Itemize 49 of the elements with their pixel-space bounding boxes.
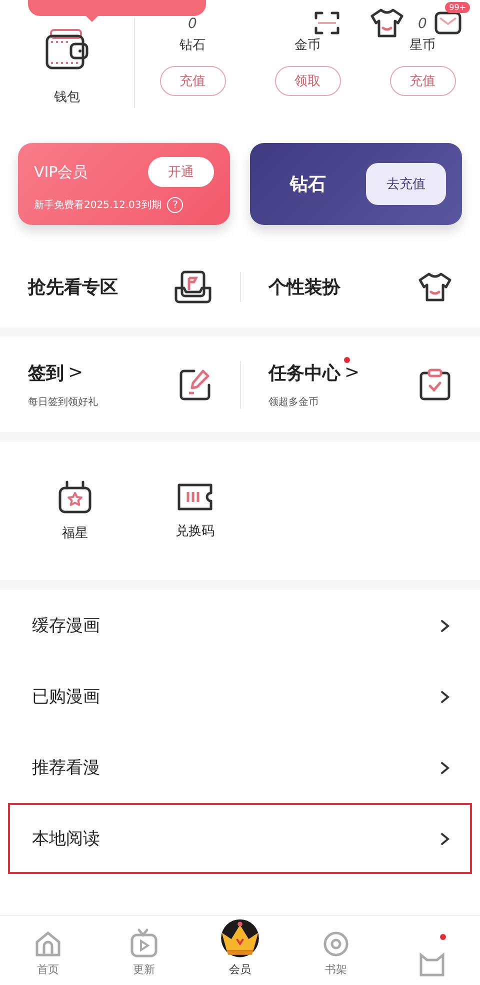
task-subtitle: 每日签到领好礼 [28,396,98,408]
wallet-icon [45,28,89,70]
vip-card[interactable]: VIP会员 开通 新手免费看2025.12.03到期 ? [18,143,230,225]
task-title[interactable]: 签到 [28,360,64,384]
task-subtitle: 领超多金币 [268,396,320,408]
vip-expiry-note: 新手免费看2025.12.03到期 [34,198,162,212]
shirt-icon[interactable] [418,272,452,302]
diamond-card[interactable]: 钻石 去充值 [250,143,462,225]
chevron-right-icon [440,690,450,704]
nav-tab[interactable]: 会员 [192,916,288,985]
chevron-right-icon [440,760,450,774]
currency-label: 星币 [410,37,436,54]
play-tray-icon [174,270,212,304]
currency-label: 钻石 [180,37,206,54]
task-title[interactable]: 任务中心 [268,360,340,384]
chevron-glyph: > [68,362,84,383]
feature-label[interactable]: 抢先看专区 [28,275,118,299]
currency-action-button[interactable]: 充值 [160,66,226,96]
vip-title: VIP会员 [34,162,88,182]
tv-play-icon [130,928,158,958]
currency-action-button[interactable]: 充值 [390,66,456,96]
mail-count-badge: 99+ [445,2,470,13]
chevron-right-icon [440,832,450,846]
activate-button[interactable]: 开通 [148,157,214,187]
currency-action-button[interactable]: 领取 [274,66,340,96]
wallet-label: 钱包 [54,89,80,106]
nav-tab[interactable]: 首页 [0,916,96,985]
chevron-right-icon [440,618,450,632]
shortcut-item[interactable]: 福星 [20,479,130,543]
nav-tab[interactable]: 更新 [96,916,192,985]
recharge-button[interactable]: 去充值 [366,163,446,205]
menu-row[interactable]: 本地阅读 [8,803,472,874]
feature-label[interactable]: 个性装扮 [268,275,340,299]
ticket-icon [176,482,214,512]
mail-icon[interactable] [434,10,462,36]
currency-amount: 0 [418,16,427,34]
diamond-title: 钻石 [290,173,326,196]
clipboard-check-icon [418,368,452,402]
currency-label: 金币 [294,37,320,54]
star-bag-icon [57,480,93,514]
currency-amount: 0 [188,16,197,34]
scan-icon[interactable] [314,10,340,36]
pencil-note-icon [178,368,212,402]
shortcut-item[interactable]: 兑换码 [140,481,250,541]
outfit-icon[interactable] [370,8,404,38]
home-icon [34,930,62,958]
chevron-glyph: > [344,362,360,383]
disc-icon [322,930,350,958]
nav-tab[interactable]: 书架 [288,916,384,985]
